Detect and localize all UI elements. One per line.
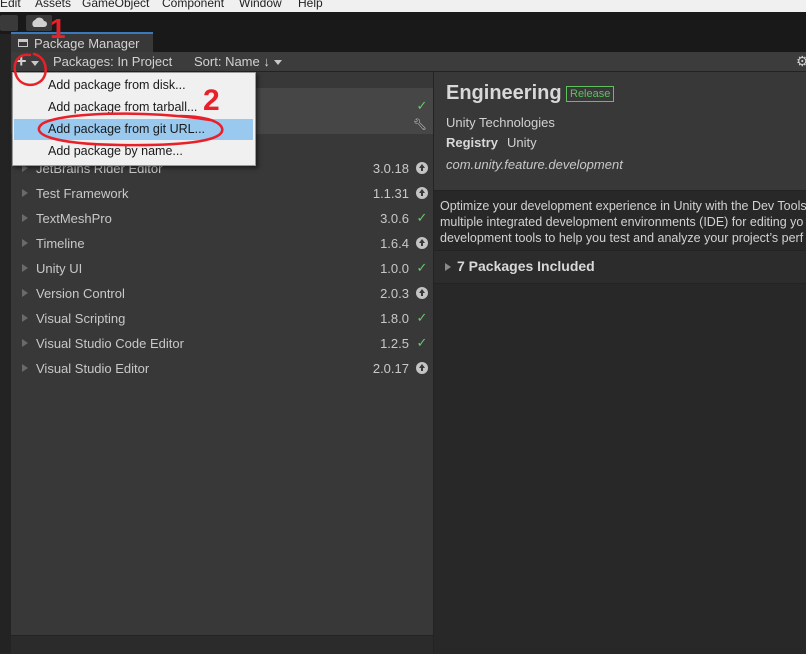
description-line: development tools to help you test and a… [440, 231, 804, 245]
menu-help[interactable]: Help [298, 0, 323, 10]
package-name: Unity UI [36, 261, 83, 276]
list-footer [11, 635, 433, 654]
packages-included-label: 7 Packages Included [457, 258, 595, 274]
menu-item-label: Add package from tarball... [48, 100, 198, 114]
package-name: Visual Scripting [36, 311, 126, 326]
package-row[interactable]: Version Control 2.0.3 [11, 281, 433, 306]
details-header: Engineering Release Unity Technologies R… [434, 72, 806, 191]
cloud-button[interactable] [26, 15, 52, 31]
window-titlebar: Package Manager [11, 32, 806, 52]
packages-filter-dropdown[interactable]: Packages: In Project [53, 53, 187, 83]
update-available-icon [416, 162, 428, 174]
expand-arrow-icon[interactable] [22, 189, 28, 197]
menu-assets[interactable]: Assets [35, 0, 71, 10]
package-row[interactable]: Unity UI 1.0.0 ✓ [11, 256, 433, 281]
plus-icon: + [16, 51, 27, 71]
menu-item-label: Add package from git URL... [48, 122, 206, 136]
menu-item-add-from-git-url[interactable]: Add package from git URL... [14, 119, 253, 140]
package-name: TextMeshPro [36, 211, 112, 226]
expand-arrow-icon[interactable] [22, 314, 28, 322]
check-icon: ✓ [416, 210, 428, 225]
menu-edit[interactable]: Edit [0, 0, 21, 10]
package-version: 3.0.6 [380, 211, 409, 226]
add-package-button[interactable]: + [16, 51, 46, 71]
expand-arrow-icon[interactable] [22, 289, 28, 297]
menu-item-label: Add package from disk... [48, 78, 186, 92]
package-version: 2.0.3 [380, 286, 409, 301]
menu-item-add-from-tarball[interactable]: Add package from tarball... [14, 97, 253, 118]
registry-value: Unity [507, 135, 537, 150]
package-name: Visual Studio Editor [36, 361, 150, 376]
menu-item-add-by-name[interactable]: Add package by name... [14, 141, 253, 162]
packages-filter-label: Packages: In Project [53, 54, 173, 69]
package-name: Timeline [36, 236, 85, 251]
expand-arrow-icon[interactable] [22, 264, 28, 272]
release-badge: Release [566, 86, 615, 102]
package-details-panel: Engineering Release Unity Technologies R… [434, 72, 806, 653]
update-available-icon [416, 237, 428, 249]
package-row[interactable]: Visual Studio Editor 2.0.17 [11, 356, 433, 381]
foldout-arrow-icon [445, 263, 451, 271]
package-icon [18, 39, 28, 47]
menu-item-label: Add package by name... [48, 144, 183, 158]
package-name: Visual Studio Code Editor [36, 336, 184, 351]
description-line: multiple integrated development environm… [440, 215, 804, 229]
check-icon: ✓ [416, 310, 428, 325]
package-version: 1.6.4 [380, 236, 409, 251]
update-available-icon [416, 287, 428, 299]
package-row[interactable]: Test Framework 1.1.31 [11, 181, 433, 206]
package-version: 1.2.5 [380, 336, 409, 351]
packages-included-foldout[interactable]: 7 Packages Included [434, 250, 806, 284]
editor-toolbar [0, 12, 806, 34]
menu-window[interactable]: Window [239, 0, 282, 10]
wrench-icon: 🔧︎ [413, 119, 427, 131]
description-line: Optimize your development experience in … [440, 199, 806, 213]
menu-component[interactable]: Component [162, 0, 224, 10]
chevron-down-icon [30, 61, 39, 67]
package-name: Test Framework [36, 186, 129, 201]
chevron-down-icon [273, 60, 282, 66]
toolbar-dropdown-button[interactable] [0, 15, 18, 31]
package-manager-tab[interactable]: Package Manager [11, 32, 153, 52]
package-manager-toolbar: + Packages: In Project Sort: Name ↓ ⚙ [11, 51, 806, 83]
check-icon: ✓ [416, 260, 428, 275]
menu-gameobject[interactable]: GameObject [82, 0, 149, 10]
settings-gear-icon[interactable]: ⚙ [796, 53, 806, 70]
sort-dropdown[interactable]: Sort: Name ↓ [194, 53, 284, 70]
window-title: Package Manager [34, 36, 140, 51]
add-package-menu: Add package from disk... Add package fro… [12, 72, 256, 166]
package-row[interactable]: Timeline 1.6.4 [11, 231, 433, 256]
package-row[interactable]: Visual Scripting 1.8.0 ✓ [11, 306, 433, 331]
sort-label: Sort: Name ↓ [194, 54, 270, 69]
editor-menubar: Edit Assets GameObject Component Window … [0, 0, 806, 12]
package-description: Optimize your development experience in … [440, 198, 806, 246]
check-icon: ✓ [416, 98, 428, 113]
check-icon: ✓ [416, 335, 428, 350]
package-version: 2.0.17 [372, 361, 409, 376]
expand-arrow-icon[interactable] [22, 339, 28, 347]
package-version: 1.0.0 [380, 261, 409, 276]
package-title: Engineering [446, 82, 562, 104]
registry-label: Registry [446, 135, 499, 150]
package-name: Version Control [36, 286, 125, 301]
expand-arrow-icon[interactable] [22, 214, 28, 222]
package-version: 1.8.0 [380, 311, 409, 326]
expand-arrow-icon[interactable] [22, 364, 28, 372]
package-version: 1.1.31 [372, 186, 409, 201]
cloud-icon [32, 17, 47, 27]
package-version: 3.0.18 [372, 161, 409, 176]
package-row[interactable]: TextMeshPro 3.0.6 ✓ [11, 206, 433, 231]
package-id: com.unity.feature.development [446, 157, 623, 172]
update-available-icon [416, 187, 428, 199]
package-row[interactable]: Visual Studio Code Editor 1.2.5 ✓ [11, 331, 433, 356]
update-available-icon [416, 362, 428, 374]
expand-arrow-icon[interactable] [22, 239, 28, 247]
package-author[interactable]: Unity Technologies [446, 115, 555, 130]
menu-item-add-from-disk[interactable]: Add package from disk... [14, 75, 253, 96]
